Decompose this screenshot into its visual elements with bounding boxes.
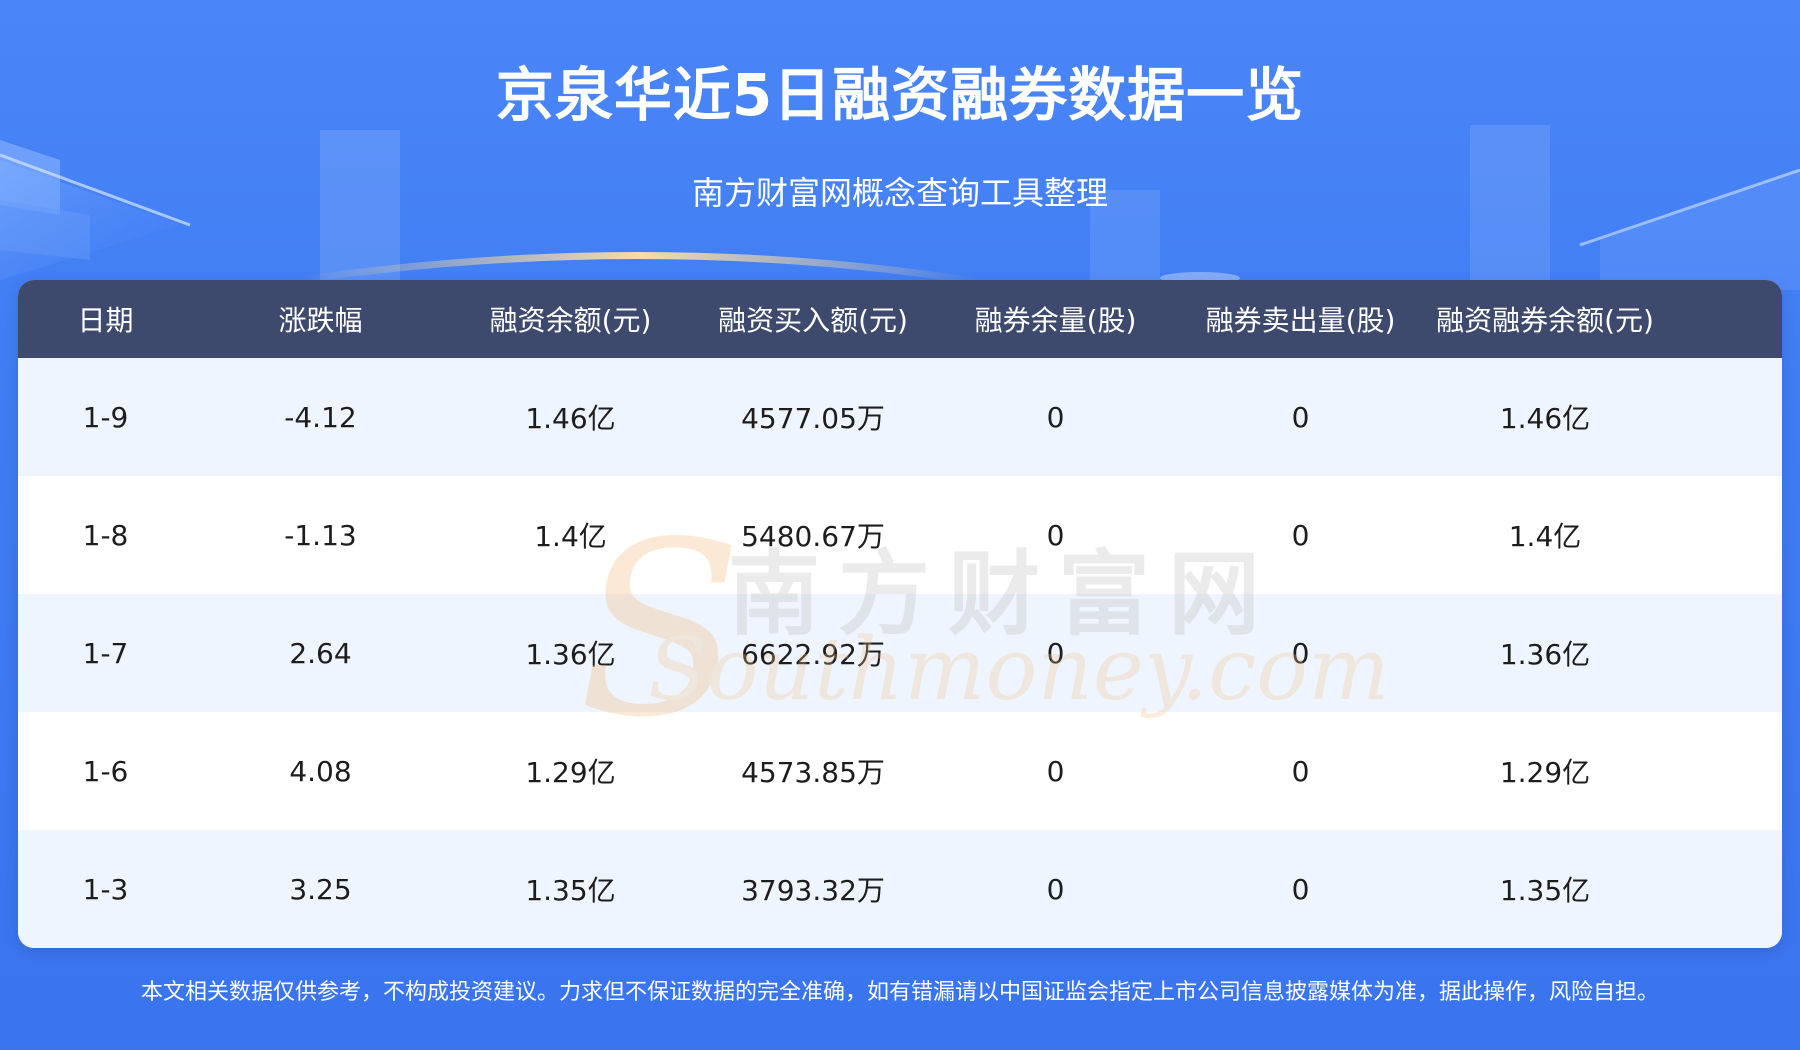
column-header-date: 日期 (77, 304, 134, 337)
cell-date: 1-8 (82, 518, 129, 552)
cell-change: 2.64 (289, 636, 352, 670)
cell-date: 1-3 (82, 872, 129, 906)
column-header-short-balance: 融券余量(股) (974, 304, 1137, 337)
cell-change: -1.13 (284, 518, 357, 552)
cell-total-balance: 1.46亿 (1499, 402, 1591, 435)
cell-financing-balance: 1.36亿 (525, 638, 616, 671)
cell-financing-buy: 4573.85万 (741, 756, 885, 789)
cell-short-sell: 0 (1291, 754, 1310, 788)
table-row: 1-9 -4.12 1.46亿 4577.05万 0 0 1.46亿 (18, 358, 1782, 476)
cell-total-balance: 1.29亿 (1499, 756, 1591, 789)
table-row: 1-3 3.25 1.35亿 3793.32万 0 0 1.35亿 (18, 830, 1782, 948)
cell-financing-balance: 1.35亿 (525, 874, 616, 907)
cell-change: 4.08 (289, 754, 352, 788)
column-header-total-balance: 融资融券余额(元) (1436, 304, 1654, 337)
table-header-row: 日期 涨跌幅 融资余额(元) 融资买入额(元) 融券余量(股) 融券卖出量(股)… (18, 280, 1782, 358)
cell-date: 1-6 (82, 754, 129, 788)
column-header-financing-balance: 融资余额(元) (489, 304, 652, 337)
table-row: 1-8 -1.13 1.4亿 5480.67万 0 0 1.4亿 (18, 476, 1782, 594)
column-header-financing-buy: 融资买入额(元) (718, 304, 908, 337)
cell-financing-buy: 5480.67万 (741, 520, 885, 553)
margin-trading-table: 日期 涨跌幅 融资余额(元) 融资买入额(元) 融券余量(股) 融券卖出量(股)… (18, 280, 1782, 948)
table-row: 1-6 4.08 1.29亿 4573.85万 0 0 1.29亿 (18, 712, 1782, 830)
cell-short-balance: 0 (1046, 636, 1065, 670)
cell-change: -4.12 (284, 400, 357, 434)
column-header-change: 涨跌幅 (278, 304, 363, 337)
cell-date: 1-9 (82, 400, 129, 434)
table-body: 1-9 -4.12 1.46亿 4577.05万 0 0 1.46亿 1-8 -… (18, 358, 1782, 948)
cell-short-sell: 0 (1291, 636, 1310, 670)
footer-disclaimer: 本文相关数据仅供参考，不构成投资建议。力求但不保证数据的完全准确，如有错漏请以中… (140, 980, 1659, 1005)
cell-financing-buy: 4577.05万 (741, 402, 885, 435)
cell-change: 3.25 (289, 872, 352, 906)
cell-short-sell: 0 (1291, 518, 1310, 552)
cell-short-balance: 0 (1046, 754, 1065, 788)
table-row: 1-7 2.64 1.36亿 6622.92万 0 0 1.36亿 (18, 594, 1782, 712)
cell-date: 1-7 (82, 636, 129, 670)
cell-financing-buy: 3793.32万 (741, 874, 885, 907)
cell-financing-balance: 1.29亿 (525, 756, 616, 789)
cell-short-balance: 0 (1046, 518, 1065, 552)
background-decoration (0, 125, 1800, 290)
column-header-short-sell: 融券卖出量(股) (1205, 304, 1396, 337)
cell-short-balance: 0 (1046, 400, 1065, 434)
cell-financing-buy: 6622.92万 (741, 638, 885, 671)
cell-financing-balance: 1.46亿 (525, 402, 616, 435)
cell-short-sell: 0 (1291, 872, 1310, 906)
cell-short-sell: 0 (1291, 400, 1310, 434)
cell-total-balance: 1.35亿 (1499, 874, 1591, 907)
page-subtitle: 南方财富网概念查询工具整理 (691, 174, 1108, 212)
cell-financing-balance: 1.4亿 (534, 520, 607, 553)
cell-short-balance: 0 (1046, 872, 1065, 906)
cell-total-balance: 1.36亿 (1499, 638, 1591, 671)
cell-total-balance: 1.4亿 (1508, 520, 1582, 553)
page-title: 京泉华近5日融资融券数据一览 (495, 61, 1305, 129)
